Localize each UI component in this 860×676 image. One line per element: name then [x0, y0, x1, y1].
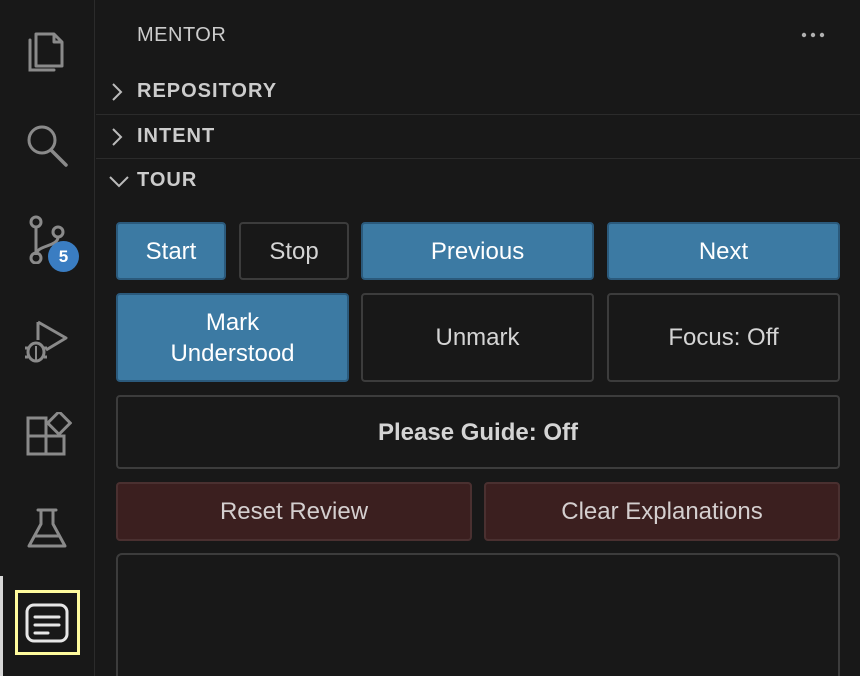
- focus-toggle-button[interactable]: Focus: Off: [607, 293, 840, 382]
- section-label: INTENT: [137, 125, 216, 147]
- mark-label-line1: Mark: [205, 308, 260, 336]
- run-debug-icon: [25, 320, 68, 363]
- start-button[interactable]: Start: [116, 222, 226, 280]
- chevron-right-icon: [112, 128, 123, 146]
- activity-explorer[interactable]: [0, 6, 95, 86]
- stop-button[interactable]: Stop: [239, 222, 349, 280]
- reset-review-button[interactable]: Reset Review: [116, 482, 472, 541]
- mark-label-line2: Understood: [170, 339, 295, 367]
- activity-extensions[interactable]: [0, 394, 95, 474]
- explorer-icon: [28, 32, 64, 72]
- section-intent[interactable]: INTENT: [96, 115, 860, 159]
- focus-outline: [15, 590, 80, 655]
- activity-search[interactable]: [0, 102, 95, 182]
- chevron-down-icon: [109, 176, 129, 188]
- activity-source-control[interactable]: [0, 196, 95, 276]
- section-tour[interactable]: TOUR: [96, 159, 860, 203]
- more-actions-button[interactable]: [798, 20, 828, 50]
- vscode-window: 5 MENTOR REPOSITORY INTENT TOUR Start St…: [0, 0, 860, 676]
- chevron-right-icon: [112, 83, 123, 101]
- mark-understood-button[interactable]: Mark Understood: [116, 293, 349, 382]
- section-label: TOUR: [137, 169, 198, 191]
- source-control-badge: 5: [48, 241, 79, 272]
- previous-button[interactable]: Previous: [361, 222, 594, 280]
- unmark-button[interactable]: Unmark: [361, 293, 594, 382]
- explanation-panel: [116, 553, 840, 676]
- search-icon: [27, 125, 68, 167]
- please-guide-button[interactable]: Please Guide: Off: [116, 395, 840, 469]
- ellipsis-icon: [801, 32, 825, 38]
- activity-testing[interactable]: [0, 486, 95, 566]
- next-button[interactable]: Next: [607, 222, 840, 280]
- activity-run-debug[interactable]: [0, 298, 95, 378]
- sidebar-title: MENTOR: [137, 24, 227, 46]
- section-repository[interactable]: REPOSITORY: [96, 70, 860, 114]
- activity-bar: 5: [0, 0, 95, 676]
- testing-icon: [27, 508, 67, 548]
- extensions-icon: [26, 412, 72, 456]
- clear-explanations-button[interactable]: Clear Explanations: [484, 482, 840, 541]
- section-label: REPOSITORY: [137, 80, 278, 102]
